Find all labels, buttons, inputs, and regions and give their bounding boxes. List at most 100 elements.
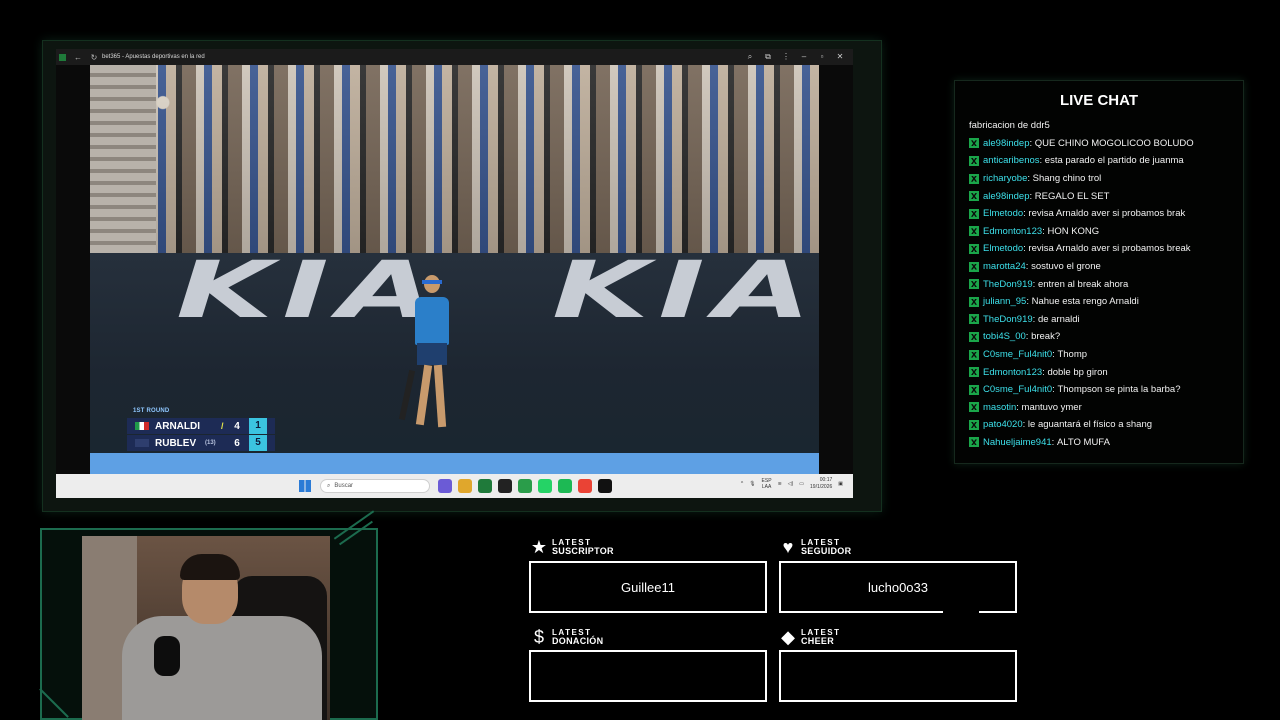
taskbar-app-icon[interactable]: [518, 479, 532, 493]
kick-badge-icon: [969, 296, 979, 307]
stadium-stairs: [90, 65, 156, 253]
chat-line: Edmonton123: HON KONG: [969, 223, 1239, 241]
italy-flag-icon: [135, 422, 149, 430]
chat-username[interactable]: C0sme_Ful4nit0: [983, 384, 1052, 395]
clock-date: 19/1/2026: [810, 484, 833, 490]
chat-message-text: revisa Arnaldo aver si probamos brak: [1028, 208, 1186, 220]
chat-line: fabricacion de ddr5: [969, 117, 1239, 135]
taskbar-app-icon[interactable]: [538, 479, 552, 493]
maximize-icon[interactable]: ▫: [815, 52, 829, 62]
tennis-player: [398, 275, 462, 460]
chat-username[interactable]: tobi4S_00: [983, 331, 1026, 342]
heart-icon: ♥: [782, 537, 794, 557]
wifi-icon[interactable]: ≋: [778, 481, 782, 487]
chat-username[interactable]: juliann_95: [983, 296, 1026, 307]
chat-line: ale98indep: QUE CHINO MOGOLICOO BOLUDO: [969, 135, 1239, 153]
minimize-icon[interactable]: –: [797, 52, 811, 62]
kick-badge-icon: [969, 437, 979, 448]
taskbar-app-icon[interactable]: [458, 479, 472, 493]
scoreboard: 1ST ROUND ARNALDI / 4 1 RUBLEV (13) 6 5: [127, 407, 275, 453]
clock-time: 00:17: [819, 477, 833, 483]
battery-icon[interactable]: ▭: [799, 481, 804, 487]
search-placeholder: Buscar: [334, 483, 354, 489]
chat-username[interactable]: ale98indep: [983, 138, 1030, 149]
chat-username[interactable]: marotta24: [983, 261, 1026, 272]
letterbox-left: [56, 65, 90, 474]
chevron-up-icon[interactable]: ^: [741, 481, 743, 487]
chat-username[interactable]: TheDon919: [983, 314, 1033, 325]
latest-seguidor-value: lucho0o33: [868, 579, 928, 595]
chat-username[interactable]: Edmonton123: [983, 226, 1042, 237]
input-language[interactable]: ESP LAA: [762, 478, 772, 490]
chat-username[interactable]: C0sme_Ful4nit0: [983, 349, 1052, 360]
taskbar-apps: [438, 479, 612, 493]
chat-line: marotta24: sostuvo el grone: [969, 258, 1239, 276]
more-options-icon[interactable]: ⋮: [779, 52, 793, 62]
taskbar-app-icon[interactable]: [438, 479, 452, 493]
webcam-feed: [82, 536, 330, 720]
chat-username[interactable]: Edmonton123: [983, 367, 1042, 378]
lang-line2: LAA: [761, 484, 772, 490]
kick-badge-icon: [969, 314, 979, 325]
sponsor-logo-right: KIA: [552, 246, 821, 336]
latest-suscriptor-value: Guillee11: [621, 579, 675, 595]
notification-icon[interactable]: ▣: [838, 481, 843, 487]
kick-badge-icon: [969, 261, 979, 272]
chat-line: anticaribenos: esta parado el partido de…: [969, 152, 1239, 170]
chat-username[interactable]: Elmetodo: [983, 243, 1023, 254]
chat-line: TheDon919: entren al break ahora: [969, 275, 1239, 293]
chat-message-text: Thomp: [1057, 349, 1088, 361]
taskbar-app-icon[interactable]: [498, 479, 512, 493]
serve-indicator-icon: /: [221, 421, 224, 431]
chat-message-text: de arnaldi: [1037, 313, 1080, 325]
browser-tab-title: bet365 - Apuestas deportivas en la red: [102, 54, 205, 60]
search-icon[interactable]: ⌕: [743, 52, 757, 62]
chat-message-text: revisa Arnaldo aver si probamos break: [1028, 243, 1191, 255]
kick-badge-icon: [969, 419, 979, 430]
kick-badge-icon: [969, 226, 979, 237]
chat-username[interactable]: anticaribenos: [983, 155, 1040, 166]
chat-username[interactable]: richaryobe: [983, 173, 1027, 184]
chat-message-text: Shang chino trol: [1032, 173, 1102, 185]
chat-line: tobi4S_00: break?: [969, 328, 1239, 346]
latest-donacion-box: [529, 650, 767, 702]
arrow-left-icon[interactable]: ←: [73, 52, 83, 62]
kick-badge-icon: [969, 349, 979, 360]
latest-cheer-box: [779, 650, 1017, 702]
chat-message-text: entren al break ahora: [1037, 278, 1129, 290]
chat-message-text: QUE CHINO MOGOLICOO BOLUDO: [1034, 137, 1194, 149]
chat-username[interactable]: TheDon919: [983, 279, 1033, 290]
chat-message-text: fabricacion de ddr5: [969, 120, 1050, 132]
reload-icon[interactable]: ↻: [89, 52, 99, 62]
clock[interactable]: 00:17 19/1/2026: [810, 477, 832, 491]
chat-username[interactable]: Elmetodo: [983, 208, 1023, 219]
chat-username[interactable]: pato4020: [983, 419, 1023, 430]
extensions-icon[interactable]: ⧉: [761, 52, 775, 62]
kick-badge-icon: [969, 191, 979, 202]
search-icon: ⌕: [327, 482, 331, 489]
taskbar-app-icon[interactable]: [598, 479, 612, 493]
player-games: 4: [234, 420, 240, 432]
taskbar-app-icon[interactable]: [558, 479, 572, 493]
chat-message-text: REGALO EL SET: [1034, 190, 1110, 202]
chat-message-text: Nahue esta rengo Arnaldi: [1031, 296, 1139, 308]
chat-line: Edmonton123: doble bp giron: [969, 363, 1239, 381]
taskbar-search-box[interactable]: ⌕ Buscar: [320, 479, 430, 493]
chat-username[interactable]: Nahueljaime941: [983, 437, 1052, 448]
chat-username[interactable]: masotin: [983, 402, 1016, 413]
taskbar-app-icon[interactable]: [478, 479, 492, 493]
chat-line: C0sme_Ful4nit0: Thompson se pinta la bar…: [969, 381, 1239, 399]
kick-badge-icon: [969, 173, 979, 184]
close-icon[interactable]: ✕: [833, 52, 847, 62]
volume-icon[interactable]: ◁): [788, 481, 794, 487]
chat-username[interactable]: ale98indep: [983, 191, 1030, 202]
alert-label: CHEER: [801, 636, 835, 646]
chat-message-text: Thompson se pinta la barba?: [1057, 384, 1181, 396]
chat-line: masotin: mantuvo ymer: [969, 399, 1239, 417]
microphone-icon[interactable]: 🎙: [749, 481, 755, 487]
windows-start-icon[interactable]: [299, 480, 311, 492]
kick-badge-icon: [969, 331, 979, 342]
alert-header-cheer: ◆ LATEST CHEER: [779, 628, 841, 646]
taskbar-app-icon[interactable]: [578, 479, 592, 493]
chat-line: Elmetodo: revisa Arnaldo aver si probamo…: [969, 240, 1239, 258]
